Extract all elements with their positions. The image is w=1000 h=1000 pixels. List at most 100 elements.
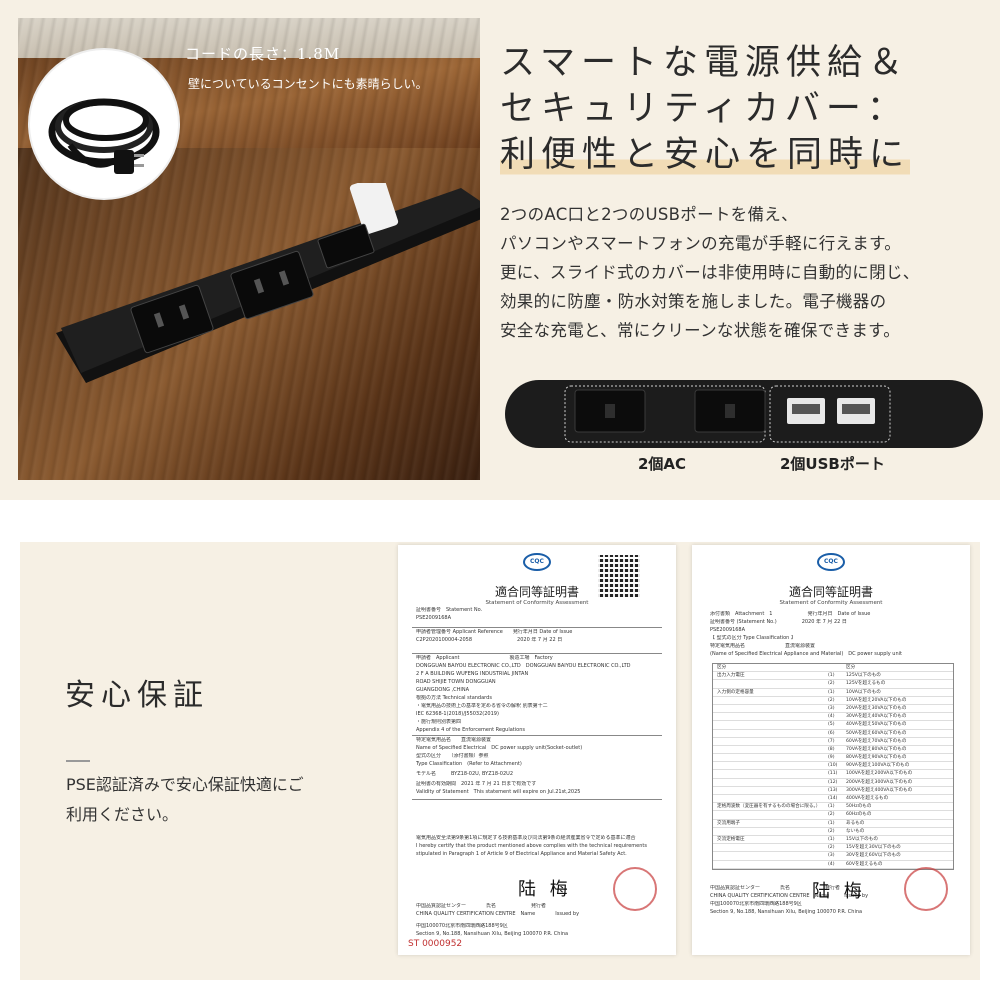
certificate-row: stipulated in Paragraph 1 of Article 9 o… [416, 851, 627, 857]
table-row: (10) 90VAを超え100VA以下のもの [713, 762, 953, 771]
certificate-row: Section 9, No.188, Nansihuan Xilu, Beiji… [416, 931, 569, 937]
certificate-row: Appendix 4 of the Enforcement Regulation… [416, 727, 525, 733]
table-cell: 50VAを超え60VA以下のもの [846, 730, 907, 736]
safety-divider [66, 760, 90, 762]
table-cell: 125Vを超えるもの [846, 681, 886, 687]
table-cell: (14) [828, 796, 838, 801]
table-cell: 40VAを超え50VA以下のもの [846, 722, 907, 728]
certificate-row: 証明書の有効期間 2021 年 7 月 21 日まで有効です [416, 781, 537, 787]
certificate-row: 申請者管理番号 Applicant Reference 発行年月日 Date o… [416, 629, 573, 635]
table-cell: 30Vを超え60V以下のもの [846, 853, 901, 859]
table-cell: 90VAを超え100VA以下のもの [846, 763, 910, 769]
certificate-row: Type Classification (Refer to Attachment… [416, 761, 522, 767]
table-cell: 60Hzのもの [846, 812, 872, 818]
table-cell: (1) [828, 820, 835, 826]
power-strip-image [56, 183, 480, 383]
table-cell: (11) [828, 771, 838, 777]
table-cell: (2) [828, 812, 835, 818]
table-cell: 70VAを超え80VA以下のもの [846, 746, 907, 752]
certificate-title-en: Statement of Conformity Assessment [779, 600, 883, 606]
cqc-logo-icon: CQC [523, 553, 551, 571]
table-cell: 交流定格電圧 [717, 836, 745, 842]
certificate-row: 証明書番号 Statement No. [416, 607, 483, 613]
table-cell: 区分 [717, 665, 727, 670]
table-cell: (2) [828, 681, 835, 687]
cord-usage-caption: 壁についているコンセントにも素晴らしい。 [188, 77, 428, 91]
certificate-row: 特定電気用品名 直流電源装置 [416, 737, 492, 743]
table-row: (9) 80VAを超え90VA以下のもの [713, 754, 953, 763]
table-cell: 交流用端子 [717, 820, 740, 826]
table-cell: (3) [828, 705, 835, 711]
certificate-row: PSE2009168A [416, 615, 452, 621]
certificate-row: Name of Specified Electrical DC power su… [416, 745, 583, 751]
table-cell: 定格周波数（変圧器を有するものの場合に限る。） [717, 804, 821, 810]
table-row: (2) 60Hzのもの [713, 811, 953, 820]
table-cell: (10) [828, 763, 838, 769]
heading-line-3: 利便性と安心を同時に [500, 132, 911, 178]
certificate-row: 型式の区分 （添付書類）参照 [416, 753, 489, 759]
table-cell: (4) [828, 861, 835, 867]
table-cell: 20VAを超え30VA以下のもの [846, 705, 907, 711]
table-row: (8) 70VAを超え80VA以下のもの [713, 746, 953, 755]
heading-line-2: セキュリティカバー： [500, 89, 908, 129]
table-cell: 300VAを超え400VA以下のもの [846, 787, 913, 793]
table-row: 出力入力電圧 (1) 125V以下のもの [713, 672, 953, 681]
table-cell: 10VAを超え20VA以下のもの [846, 697, 907, 703]
table-cell: あるもの [846, 820, 865, 826]
certificate-row: 電気用品安全法第9条第1項に規定する技術基準及び同法第9条の経済産業省令で定める… [416, 835, 636, 841]
certificate-row: DONGGUAN BAIYOU ELECTRONIC CO.,LTD DONGG… [416, 663, 631, 669]
certificate-row: (Name of Specified Electrical Appliance … [710, 651, 902, 657]
table-cell: 10VA以下のもの [846, 689, 881, 695]
table-row: (2) 15Vを超え30V以下のもの [713, 844, 953, 853]
certificate-row: 添付書類 Attachment 1 発行年月日 Date of Issue [710, 611, 871, 617]
certificate-row: 中国100070北京市南四環西路188号9区 [416, 923, 508, 929]
table-cell: (2) [828, 828, 835, 834]
heading-line-1: スマートな電源供給＆ [500, 43, 909, 83]
certificate-title-en: Statement of Conformity Assessment [485, 600, 589, 606]
pse-certificate-attachment: CQC 適合同等証明書 Statement of Conformity Asse… [692, 545, 970, 955]
table-cell: ないもの [846, 828, 865, 834]
table-cell: 60VAを超え70VA以下のもの [846, 738, 907, 744]
table-cell: (4) [828, 714, 835, 720]
certificate-row: 2 F A BUILDING WUFENG INDUSTRIAL JINTAN [416, 671, 529, 677]
table-cell: 入力側の定格容量 [717, 689, 754, 695]
description-line-2: パソコンやスマートフォンの充電が手軽に行えます。 [500, 234, 902, 253]
power-cord-callout [30, 50, 178, 198]
safety-line-1: PSE認証済みで安心保証快適にご [66, 775, 304, 794]
table-row: (14) 400VAを超えるもの [713, 795, 953, 804]
table-cell: 125V以下のもの [846, 673, 881, 679]
seal-stamp-icon [613, 867, 657, 911]
table-row: 交流用端子 (1) あるもの [713, 820, 953, 828]
certificate-row: Validity of Statement This statement wil… [416, 789, 581, 795]
table-cell: (2) [828, 845, 835, 851]
seal-stamp-icon [904, 867, 948, 911]
description-line-5: 安全な充電と、常にクリーンな状態を確保できます。 [500, 321, 901, 340]
certificate-row: ROAD SHIJIE TOWN DONGGUAN [416, 679, 496, 685]
certificate-row: I hereby certify that the product mentio… [416, 843, 647, 849]
table-cell: 100VAを超え200VA以下のもの [846, 771, 913, 777]
usb-ports-label: 2個USBポート [780, 455, 885, 473]
certificate-row: CHINA QUALITY CERTIFICATION CENTRE Name … [416, 911, 580, 917]
safety-description: PSE認証済みで安心保証快適にご 利用ください。 [66, 770, 366, 830]
power-cord-icon [48, 98, 160, 174]
certificate-title: 適合同等証明書 [788, 585, 873, 599]
certificate-row: ・施行規則別表第四 [416, 719, 462, 725]
cord-length-caption: コードの長さ：1.8M [185, 45, 341, 63]
table-cell: (1) [828, 836, 835, 842]
table-cell: (3) [828, 853, 835, 859]
description-line-1: 2つのAC口と2つのUSBポートを備え、 [500, 205, 798, 224]
table-cell: (1) [828, 673, 835, 679]
feature-description: 2つのAC口と2つのUSBポートを備え、 パソコンやスマートフォンの充電が手軽に… [500, 200, 980, 345]
table-row: (2) 10VAを超え20VA以下のもの [713, 697, 953, 705]
table-cell: 15V以下のもの [846, 836, 878, 842]
table-row: (5) 40VAを超え50VA以下のもの [713, 721, 953, 730]
ports-detail-image [505, 380, 983, 448]
table-row: (4) 60Vを超えるもの [713, 861, 953, 869]
table-cell: (12) [828, 779, 838, 785]
table-row: (3) 20VAを超え30VA以下のもの [713, 705, 953, 714]
table-row: (6) 50VAを超え60VA以下のもの [713, 730, 953, 738]
table-row: 交流定格電圧 (1) 15V以下のもの [713, 836, 953, 845]
table-cell: (2) [828, 697, 835, 703]
divider [412, 627, 662, 628]
certificate-row: IEC 62368-1(2018)/J55032(2019) [416, 711, 499, 717]
